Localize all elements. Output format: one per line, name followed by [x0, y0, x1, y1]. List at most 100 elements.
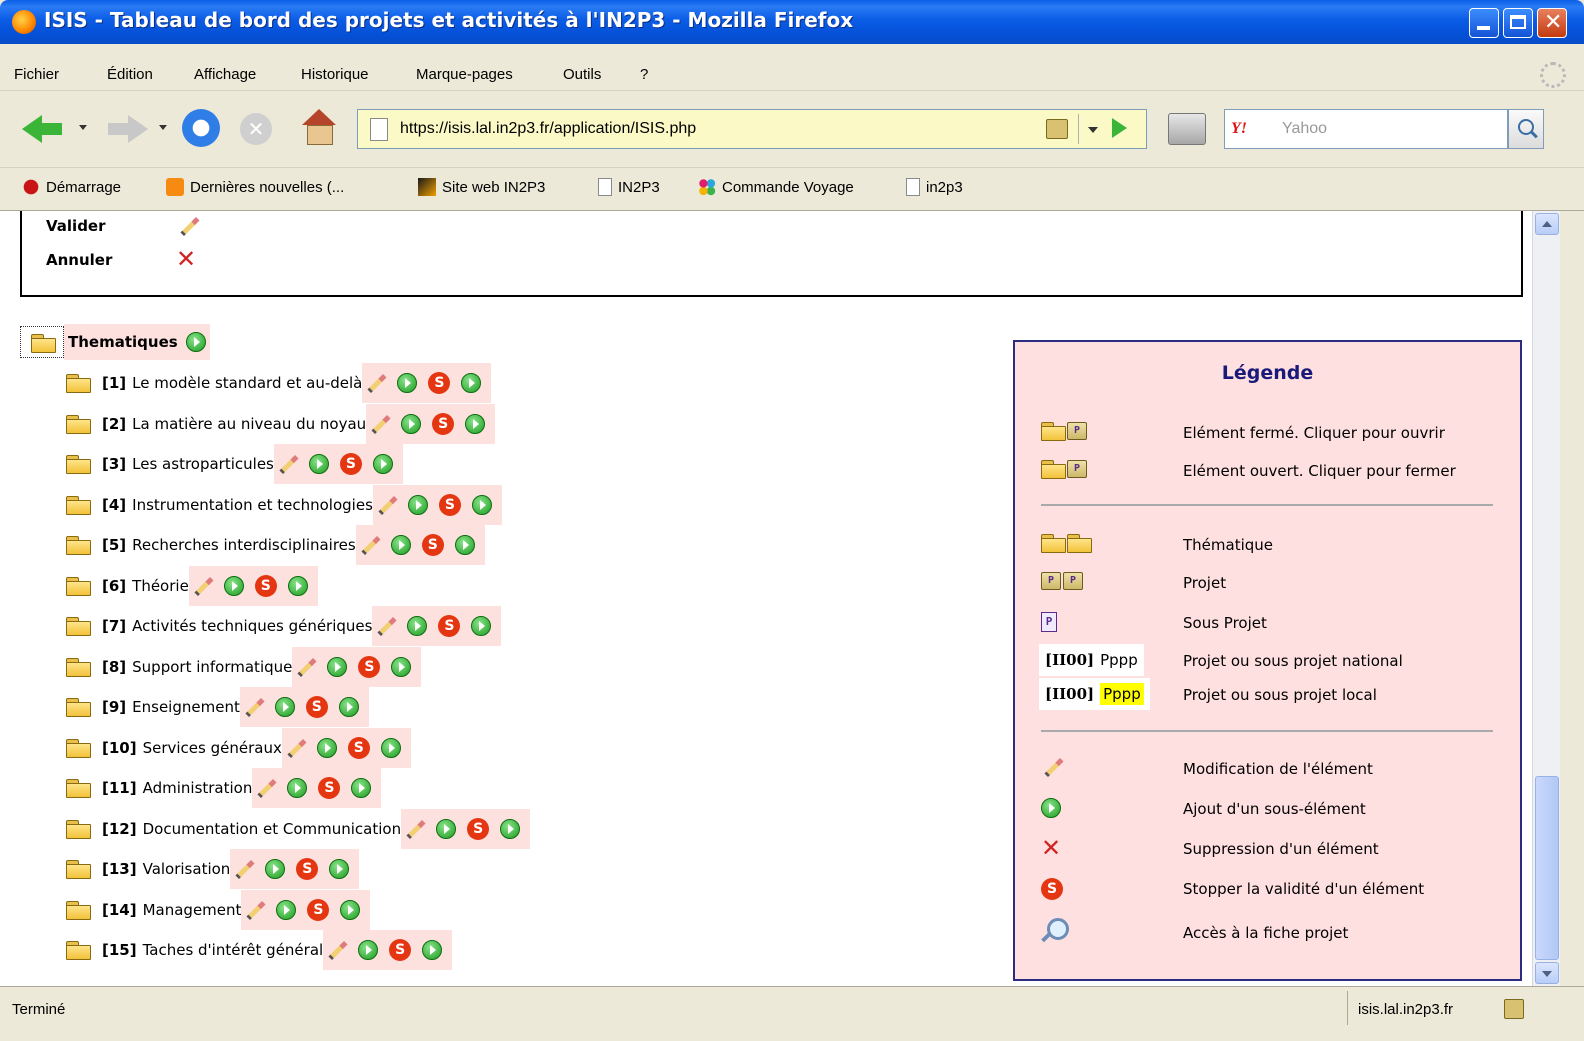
add-icon[interactable] [185, 332, 206, 352]
scroll-up-button[interactable] [1535, 213, 1559, 235]
forward-history-dropdown[interactable] [159, 125, 167, 130]
folder-closed-icon[interactable] [66, 698, 91, 717]
search-engine-selector[interactable]: Y! [1224, 109, 1274, 149]
add-icon[interactable] [338, 697, 359, 717]
pencil-icon[interactable] [294, 656, 316, 678]
add-icon[interactable] [380, 737, 401, 758]
add-icon[interactable] [407, 616, 428, 636]
item-name[interactable]: Enseignement [132, 698, 240, 716]
stop-validity-icon[interactable]: S [438, 615, 461, 637]
add-icon[interactable] [500, 818, 521, 839]
maximize-button[interactable] [1503, 8, 1533, 38]
pencil-icon[interactable] [403, 818, 425, 840]
folder-closed-icon[interactable] [66, 900, 91, 920]
item-name[interactable]: Administration [143, 779, 253, 797]
pencil-icon[interactable] [375, 494, 397, 516]
pencil-icon[interactable] [232, 858, 254, 880]
pencil-icon[interactable] [191, 575, 213, 597]
stop-validity-icon[interactable]: S [296, 858, 319, 880]
item-name[interactable]: Activités techniques génériques [132, 617, 372, 635]
add-icon[interactable] [422, 940, 443, 960]
minimize-button[interactable] [1469, 8, 1499, 38]
pencil-icon[interactable] [358, 534, 380, 556]
root-folder-toggle[interactable] [20, 326, 64, 358]
url-history-dropdown[interactable] [1078, 114, 1107, 144]
stop-validity-icon[interactable]: S [432, 412, 455, 435]
folder-closed-icon[interactable] [66, 374, 91, 393]
go-button[interactable] [1112, 118, 1127, 138]
back-history-dropdown[interactable] [79, 125, 87, 130]
item-name[interactable]: Théorie [132, 577, 189, 595]
stop-validity-icon[interactable]: S [438, 493, 461, 516]
scroll-down-button[interactable] [1535, 962, 1559, 984]
stop-validity-icon[interactable]: S [467, 817, 490, 840]
folder-closed-icon[interactable] [66, 455, 91, 474]
add-icon[interactable] [401, 413, 422, 434]
item-name[interactable]: Valorisation [143, 860, 231, 878]
item-name[interactable]: Documentation et Communication [143, 820, 402, 838]
bookmark-demarrage[interactable]: Démarrage [22, 178, 121, 196]
print-button[interactable] [1168, 113, 1206, 145]
stop-validity-icon[interactable]: S [347, 736, 370, 759]
item-name[interactable]: Recherches interdisciplinaires [132, 536, 356, 554]
folder-closed-icon[interactable] [66, 779, 91, 798]
forward-button[interactable] [108, 109, 148, 149]
bookmark-commande-voyage[interactable]: Commande Voyage [698, 178, 854, 196]
item-name[interactable]: La matière au niveau du noyau [132, 415, 366, 433]
pencil-icon[interactable] [276, 453, 298, 475]
scroll-thumb[interactable] [1535, 776, 1559, 960]
add-icon[interactable] [308, 454, 329, 474]
stop-button[interactable]: ✕ [240, 113, 272, 145]
add-icon[interactable] [358, 940, 379, 960]
home-button[interactable] [300, 109, 338, 145]
item-name[interactable]: Instrumentation et technologies [132, 496, 373, 514]
add-icon[interactable] [327, 656, 348, 677]
folder-closed-icon[interactable] [66, 536, 91, 555]
pencil-icon[interactable] [242, 696, 264, 718]
lock-icon[interactable] [1504, 999, 1524, 1019]
folder-closed-icon[interactable] [66, 819, 91, 839]
folder-closed-icon[interactable] [66, 657, 91, 677]
reload-button[interactable] [182, 109, 220, 147]
folder-closed-icon[interactable] [66, 860, 91, 879]
pencil-icon[interactable] [368, 413, 390, 435]
menu-edition[interactable]: Édition [107, 66, 153, 83]
add-icon[interactable] [471, 616, 492, 636]
stop-validity-icon[interactable]: S [318, 777, 341, 799]
item-name[interactable]: Taches d'intérêt général [143, 941, 324, 959]
folder-closed-icon[interactable] [66, 495, 91, 515]
add-icon[interactable] [274, 697, 295, 717]
folder-closed-icon[interactable] [66, 738, 91, 758]
bookmark-site-web-in2p3[interactable]: Site web IN2P3 [418, 178, 545, 196]
add-icon[interactable] [329, 859, 350, 879]
add-icon[interactable] [390, 535, 411, 555]
add-icon[interactable] [436, 818, 457, 839]
menu-help[interactable]: ? [640, 66, 648, 83]
url-bar[interactable]: https://isis.lal.in2p3.fr/application/IS… [357, 109, 1147, 149]
menu-marque-pages[interactable]: Marque-pages [416, 66, 513, 83]
bookmark-in2p3[interactable]: IN2P3 [598, 178, 660, 196]
add-icon[interactable] [465, 413, 486, 434]
menu-outils[interactable]: Outils [563, 66, 601, 83]
folder-closed-icon[interactable] [66, 414, 91, 434]
add-icon[interactable] [223, 575, 244, 596]
stop-validity-icon[interactable]: S [389, 939, 412, 961]
pencil-icon[interactable] [177, 215, 199, 237]
add-icon[interactable] [287, 778, 308, 798]
add-icon[interactable] [265, 859, 286, 879]
stop-validity-icon[interactable]: S [305, 696, 328, 718]
add-icon[interactable] [316, 737, 337, 758]
folder-closed-icon[interactable] [66, 617, 91, 636]
pencil-icon[interactable] [284, 737, 306, 759]
menu-fichier[interactable]: Fichier [14, 66, 59, 83]
add-icon[interactable] [287, 575, 308, 596]
add-icon[interactable] [351, 778, 372, 798]
pencil-icon[interactable] [374, 615, 396, 637]
stop-validity-icon[interactable]: S [339, 453, 362, 475]
add-icon[interactable] [397, 373, 418, 393]
stop-validity-icon[interactable]: S [254, 574, 277, 597]
add-icon[interactable] [372, 454, 393, 474]
menu-historique[interactable]: Historique [301, 66, 369, 83]
menu-affichage[interactable]: Affichage [194, 66, 256, 83]
cancel-icon[interactable]: ✕ [176, 247, 196, 271]
